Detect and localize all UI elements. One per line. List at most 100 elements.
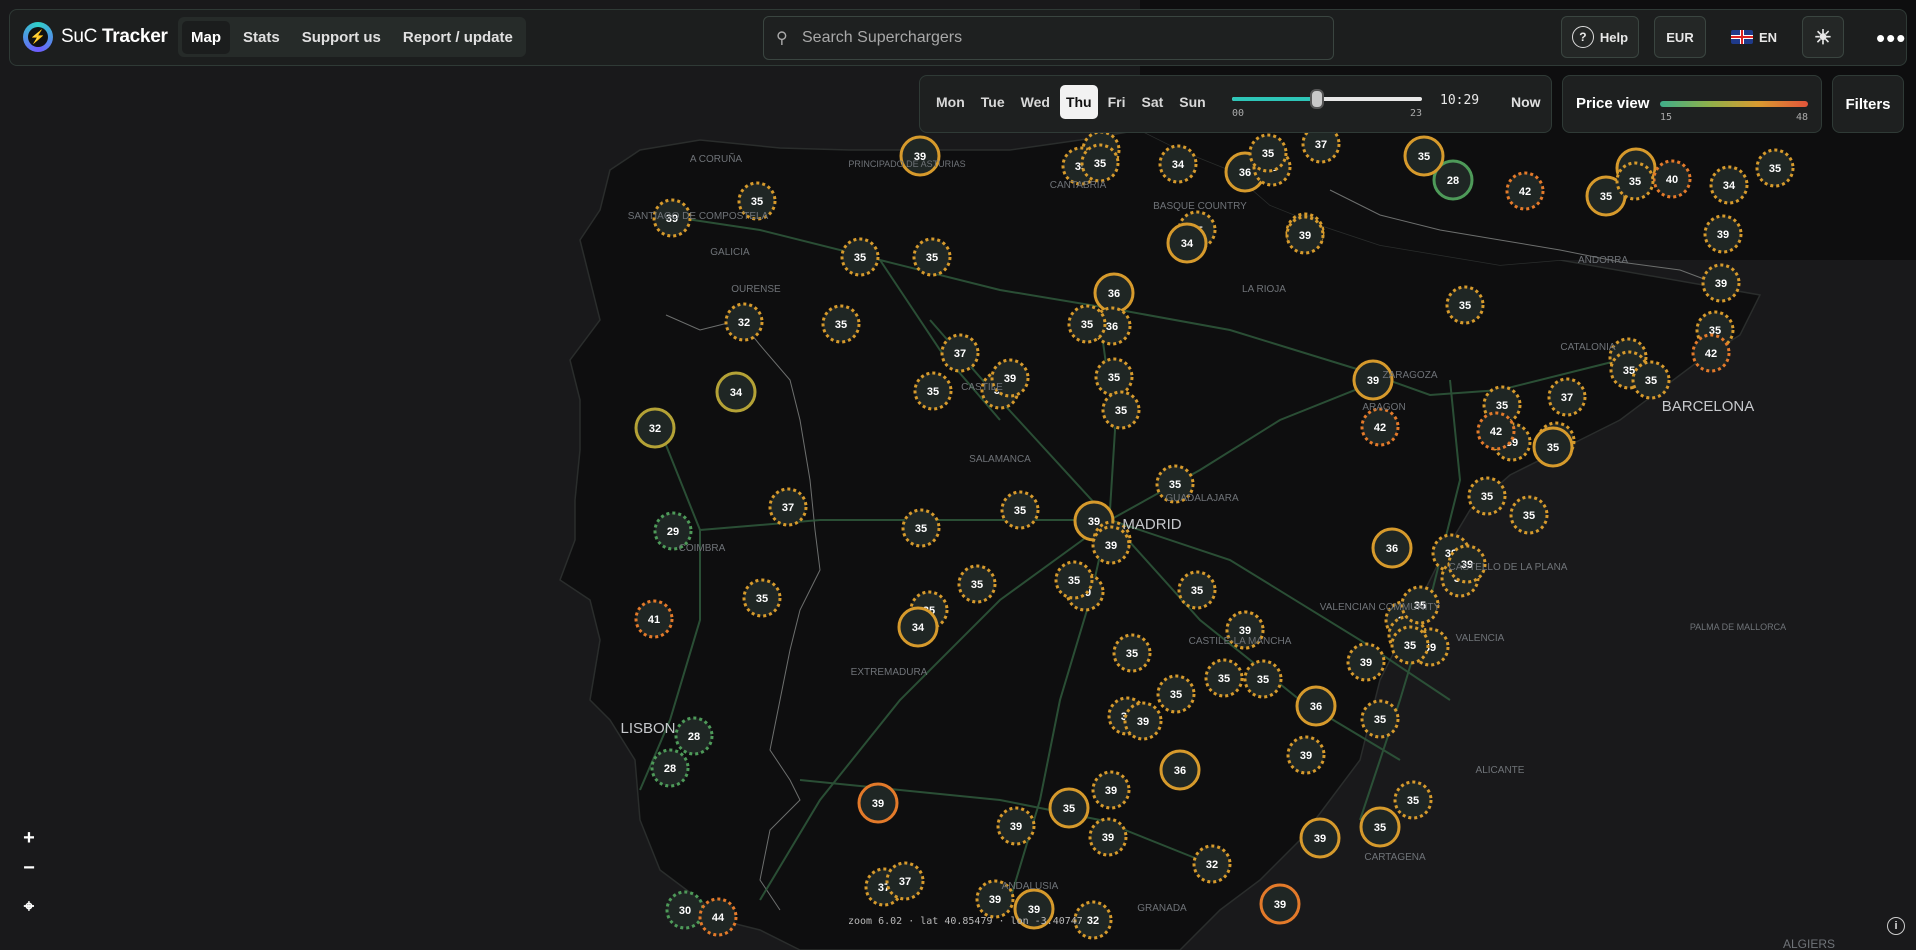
station-marker[interactable]: 42 [1476, 411, 1516, 451]
station-marker[interactable]: 35 [1067, 304, 1107, 344]
station-marker[interactable]: 37 [768, 487, 808, 527]
time-slider[interactable] [1232, 89, 1422, 109]
day-fri[interactable]: Fri [1102, 85, 1132, 119]
station-marker[interactable]: 35 [1532, 426, 1574, 468]
station-marker[interactable]: 42 [1360, 407, 1400, 447]
station-marker[interactable]: 35 [1204, 658, 1244, 698]
price-view-panel[interactable]: Price view 15 48 [1562, 75, 1822, 133]
currency-button[interactable]: EUR [1654, 16, 1706, 58]
day-sun[interactable]: Sun [1173, 85, 1211, 119]
station-marker[interactable]: 35 [1509, 495, 1549, 535]
station-marker[interactable]: 39 [996, 806, 1036, 846]
station-marker[interactable]: 35 [1248, 133, 1288, 173]
station-marker[interactable]: 35 [1000, 490, 1040, 530]
station-marker[interactable]: 42 [1505, 171, 1545, 211]
station-marker[interactable]: 35 [912, 237, 952, 277]
station-marker[interactable]: 35 [1054, 560, 1094, 600]
station-marker[interactable]: 39 [1259, 883, 1301, 925]
station-marker[interactable]: 34 [1158, 144, 1198, 184]
station-marker[interactable]: 35 [1631, 360, 1671, 400]
day-wed[interactable]: Wed [1015, 85, 1056, 119]
station-marker[interactable]: 39 [1299, 817, 1341, 859]
now-button[interactable]: Now [1505, 85, 1547, 119]
station-marker[interactable]: 40 [1652, 159, 1692, 199]
station-marker[interactable]: 36 [1159, 749, 1201, 791]
station-marker[interactable]: 35 [821, 304, 861, 344]
app-logo[interactable]: ⚡ SuC Tracker [23, 22, 168, 52]
station-marker[interactable]: 35 [1094, 357, 1134, 397]
station-marker[interactable]: 30 [665, 890, 705, 930]
nav-report-update[interactable]: Report / update [394, 21, 522, 54]
station-marker[interactable]: 32 [724, 302, 764, 342]
nav-stats[interactable]: Stats [234, 21, 289, 54]
station-marker[interactable]: 28 [674, 716, 714, 756]
info-icon[interactable]: i [1887, 917, 1905, 935]
station-marker[interactable]: 37 [885, 861, 925, 901]
search-input[interactable] [800, 28, 1333, 48]
day-mon[interactable]: Mon [930, 85, 971, 119]
station-marker[interactable]: 35 [742, 578, 782, 618]
theme-toggle[interactable]: ☀ [1802, 16, 1844, 58]
station-marker[interactable]: 35 [1360, 699, 1400, 739]
station-marker[interactable]: 39 [1285, 215, 1325, 255]
station-marker[interactable]: 35 [1359, 806, 1401, 848]
station-marker[interactable]: 35 [1156, 674, 1196, 714]
station-marker[interactable]: 35 [913, 371, 953, 411]
nav-map[interactable]: Map [182, 20, 230, 54]
more-icon[interactable]: ••• [1876, 25, 1906, 51]
station-marker[interactable]: 35 [1048, 787, 1090, 829]
station-marker[interactable]: 39 [1703, 214, 1743, 254]
nav-support-us[interactable]: Support us [293, 21, 390, 54]
station-marker[interactable]: 34 [1709, 165, 1749, 205]
map[interactable]: 39 35 39 35 39 32 35 35 34 32 35 37 35 39 35 35 36 36 35 35… [0, 0, 1916, 950]
station-marker[interactable]: 36 [1371, 527, 1413, 569]
station-marker[interactable]: 39 [1088, 817, 1128, 857]
station-marker[interactable]: 35 [1390, 625, 1430, 665]
station-marker[interactable]: 36 [1093, 272, 1135, 314]
time-slider-thumb[interactable] [1310, 89, 1325, 109]
station-marker[interactable]: 37 [940, 333, 980, 373]
station-marker[interactable]: 39 [1091, 770, 1131, 810]
station-marker[interactable]: 35 [840, 237, 880, 277]
station-marker[interactable]: 32 [634, 407, 676, 449]
station-marker[interactable]: 39 [1123, 701, 1163, 741]
station-marker[interactable]: 39 [899, 135, 941, 177]
station-marker[interactable]: 39 [1701, 263, 1741, 303]
day-sat[interactable]: Sat [1135, 85, 1169, 119]
station-marker[interactable]: 35 [901, 508, 941, 548]
station-marker[interactable]: 41 [634, 599, 674, 639]
station-marker[interactable]: 35 [1403, 135, 1445, 177]
station-marker[interactable]: 36 [1295, 685, 1337, 727]
station-marker[interactable]: 35 [1243, 659, 1283, 699]
day-tue[interactable]: Tue [975, 85, 1011, 119]
station-marker[interactable]: 39 [857, 782, 899, 824]
station-marker[interactable]: 35 [1080, 143, 1120, 183]
zoom-in-button[interactable]: + [17, 826, 41, 850]
station-marker[interactable]: 28 [650, 748, 690, 788]
station-marker[interactable]: 39 [1286, 735, 1326, 775]
station-marker[interactable]: 32 [1192, 844, 1232, 884]
station-marker[interactable]: 42 [1691, 333, 1731, 373]
day-thu[interactable]: Thu [1059, 85, 1098, 119]
station-marker[interactable]: 35 [1445, 285, 1485, 325]
zoom-out-button[interactable]: − [17, 856, 41, 880]
language-button[interactable]: EN [1718, 16, 1790, 58]
station-marker[interactable]: 35 [1615, 161, 1655, 201]
filters-button[interactable]: Filters [1832, 75, 1904, 133]
help-button[interactable]: ? Help [1561, 16, 1639, 58]
station-marker[interactable]: 35 [1755, 148, 1795, 188]
station-marker[interactable]: 44 [698, 897, 738, 937]
station-marker[interactable]: 35 [1101, 390, 1141, 430]
station-marker[interactable]: 35 [1112, 633, 1152, 673]
station-marker[interactable]: 34 [897, 606, 939, 648]
station-marker[interactable]: 35 [1467, 476, 1507, 516]
station-marker[interactable]: 37 [1547, 377, 1587, 417]
station-marker[interactable]: 34 [715, 371, 757, 413]
station-marker[interactable]: 35 [1177, 570, 1217, 610]
station-marker[interactable]: 35 [1393, 780, 1433, 820]
station-marker[interactable]: 39 [1346, 642, 1386, 682]
place-label: ALGIERS [1783, 937, 1835, 950]
station-marker[interactable]: 35 [957, 564, 997, 604]
locate-icon[interactable]: ⌖ [17, 894, 41, 918]
station-marker[interactable]: 34 [1166, 222, 1208, 264]
